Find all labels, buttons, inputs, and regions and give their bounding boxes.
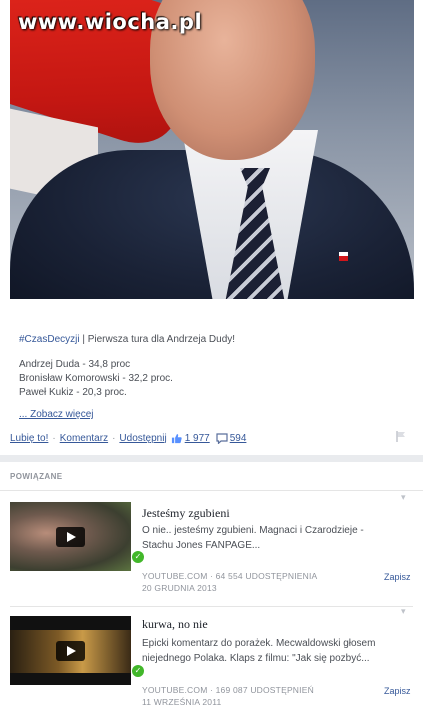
thumbs-up-icon — [171, 433, 182, 443]
check-badge-icon: ✓ — [132, 665, 144, 677]
video-thumbnail[interactable] — [10, 616, 131, 685]
play-icon[interactable] — [56, 641, 85, 661]
post-actions: Lubię to! · Komentarz · Udostępnij 1 977… — [10, 431, 246, 445]
chevron-down-icon[interactable]: ▾ — [401, 606, 406, 617]
meta-line: YOUTUBE.COM · 64 554 UDOSTĘPNIENIA — [142, 571, 318, 581]
like-count[interactable]: 1 977 — [185, 433, 210, 444]
desc-line: niejednego Polaka. Klaps z filmu: "Jak s… — [142, 653, 370, 664]
video-title[interactable]: kurwa, no nie — [142, 617, 208, 632]
desc-line: Epicki komentarz do porażek. Mecwaldowsk… — [142, 638, 376, 649]
post-photo[interactable] — [10, 0, 414, 299]
see-more-link[interactable]: ... Zobacz więcej — [19, 409, 93, 420]
post-headline: #CzasDecyzji | Pierwsza tura dla Andrzej… — [19, 333, 409, 347]
hashtag-link[interactable]: #CzasDecyzji — [19, 334, 80, 345]
headline-text: | Pierwsza tura dla Andrzeja Dudy! — [79, 334, 236, 345]
desc-line: O nie.. jesteśmy zgubieni. Magnaci i Cza… — [142, 525, 364, 536]
letterbox-top — [10, 616, 131, 630]
share-button[interactable]: Udostępnij — [119, 433, 166, 444]
video-meta: YOUTUBE.COM · 169 087 UDOSTĘPNIEŃ 11 WRZ… — [142, 684, 314, 708]
video-meta: YOUTUBE.COM · 64 554 UDOSTĘPNIENIA 20 GR… — [142, 570, 317, 594]
facebook-post: www.wiocha.pl #CzasDecyzji | Pierwsza tu… — [0, 0, 423, 455]
video-thumbnail[interactable] — [10, 502, 131, 571]
post-text: #CzasDecyzji | Pierwsza tura dla Andrzej… — [19, 333, 409, 400]
play-icon[interactable] — [56, 527, 85, 547]
like-button[interactable]: Lubię to! — [10, 433, 48, 444]
meta-line: 11 WRZEŚNIA 2011 — [142, 697, 222, 707]
meta-line: 20 GRUDNIA 2013 — [142, 583, 217, 593]
desc-line: Stachu Jones FANPAGE... — [142, 540, 261, 551]
meta-line: YOUTUBE.COM · 169 087 UDOSTĘPNIEŃ — [142, 685, 314, 695]
comment-button[interactable]: Komentarz — [60, 433, 108, 444]
watermark: www.wiocha.pl — [18, 10, 203, 34]
divider — [10, 606, 413, 607]
related-section: POWIĄZANE ✓ Jesteśmy zgubieni O nie.. je… — [0, 462, 423, 720]
save-button[interactable]: Zapisz — [384, 572, 411, 582]
related-item[interactable]: ✓ Jesteśmy zgubieni O nie.. jesteśmy zgu… — [0, 492, 423, 608]
related-heading: POWIĄZANE — [10, 472, 63, 481]
result-line: Andrzej Duda - 34,8 proc — [19, 359, 131, 370]
letterbox-bottom — [10, 673, 131, 685]
chevron-down-icon[interactable]: ▾ — [401, 492, 406, 503]
flag-pin — [339, 252, 348, 261]
separator: · — [112, 432, 116, 444]
related-item[interactable]: ✓ kurwa, no nie Epicki komentarz do pora… — [0, 606, 423, 720]
flag-icon[interactable] — [396, 431, 406, 442]
separator: · — [52, 432, 56, 444]
result-line: Bronisław Komorowski - 32,2 proc. — [19, 373, 173, 384]
video-title[interactable]: Jesteśmy zgubieni — [142, 506, 230, 521]
save-button[interactable]: Zapisz — [384, 686, 411, 696]
comment-bubble-icon — [216, 432, 228, 444]
result-line: Paweł Kukiz - 20,3 proc. — [19, 387, 127, 398]
video-description: Epicki komentarz do porażek. Mecwaldowsk… — [142, 636, 404, 666]
comment-count[interactable]: 594 — [230, 433, 247, 444]
divider — [0, 490, 423, 491]
video-description: O nie.. jesteśmy zgubieni. Magnaci i Cza… — [142, 523, 404, 553]
